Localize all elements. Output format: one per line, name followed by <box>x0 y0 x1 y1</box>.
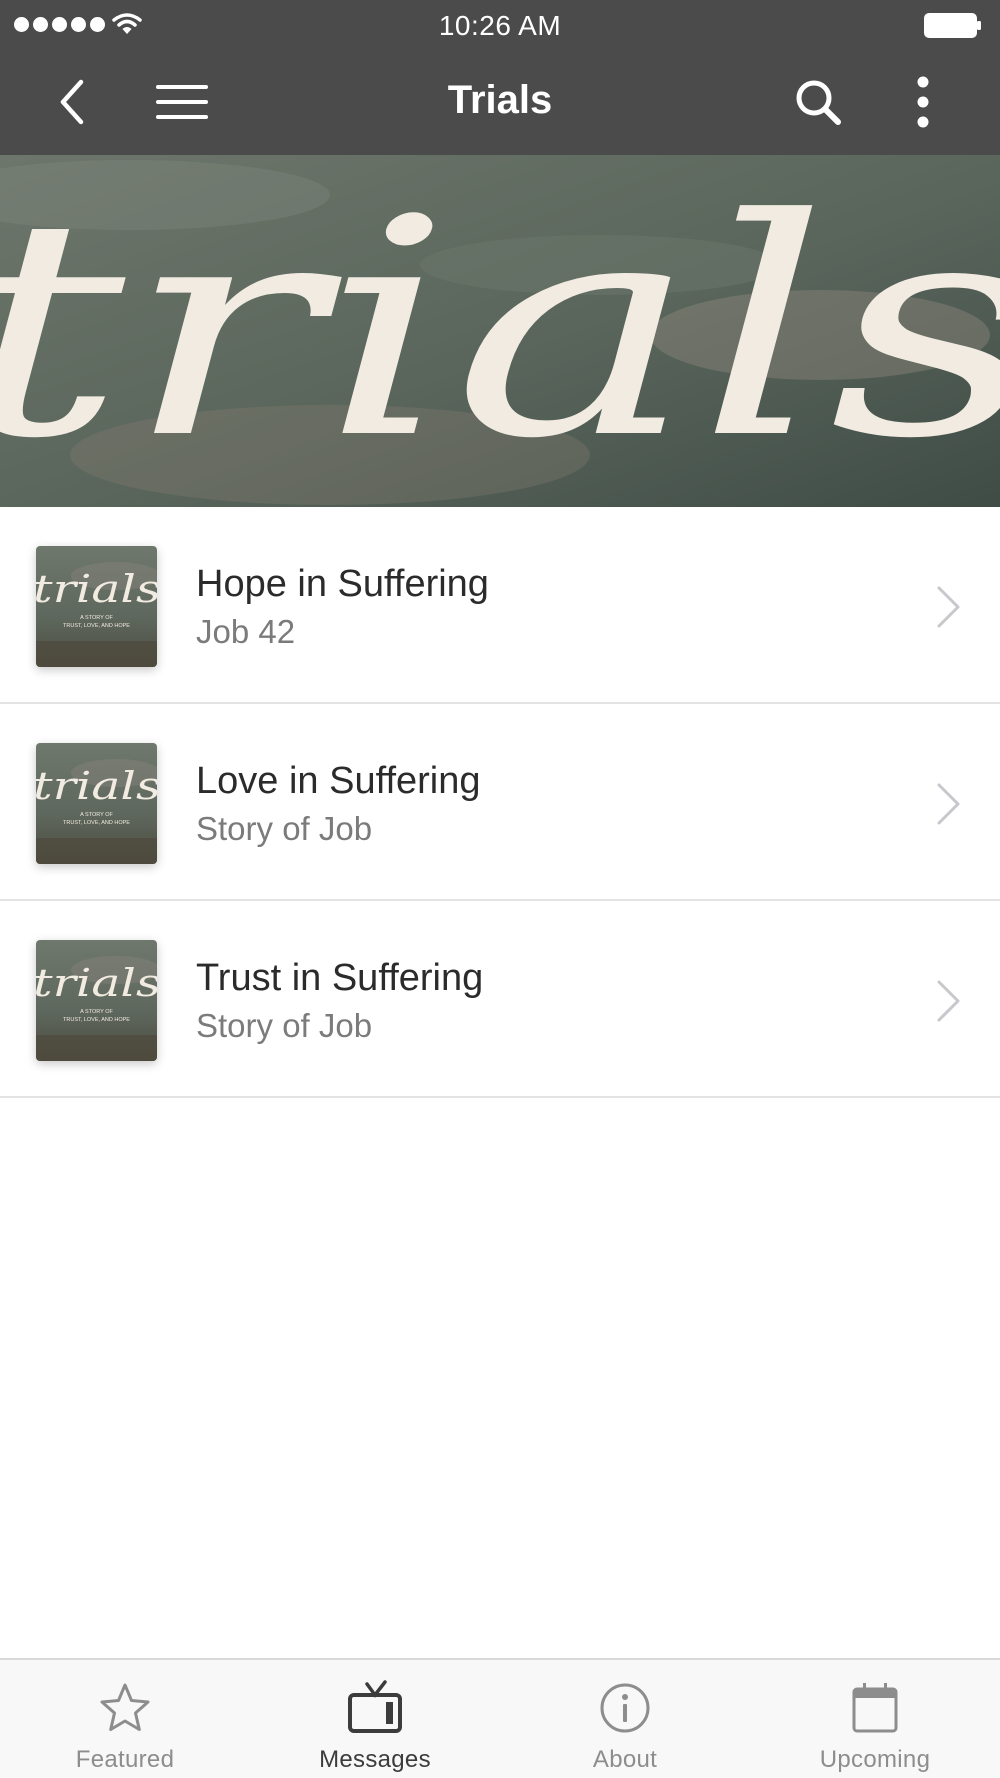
svg-text:A STORY OF: A STORY OF <box>80 812 113 818</box>
banner-title: trials <box>0 155 1000 504</box>
search-icon <box>796 80 841 125</box>
list-item[interactable]: trials A STORY OF TRUST, LOVE, AND HOPE … <box>0 704 1000 901</box>
message-subtitle: Job 42 <box>196 613 296 650</box>
message-title: Hope in Suffering <box>196 563 489 605</box>
tab-label: Messages <box>319 1746 431 1773</box>
tab-label: About <box>592 1746 658 1773</box>
series-thumbnail: trials A STORY OF TRUST, LOVE, AND HOPE <box>36 743 157 864</box>
svg-text:A STORY OF: A STORY OF <box>80 615 113 621</box>
status-time: 10:26 AM <box>438 10 562 41</box>
message-title: Trust in Suffering <box>196 957 484 999</box>
more-options-button[interactable] <box>893 72 953 132</box>
tab-featured[interactable]: Featured <box>0 1660 250 1778</box>
svg-text:trials: trials <box>36 961 157 1005</box>
tab-label: Upcoming <box>819 1746 931 1773</box>
message-subtitle: Story of Job <box>196 810 373 847</box>
tab-bar: Featured Messages About Upcoming <box>0 1658 1000 1778</box>
chevron-right-icon <box>937 980 960 1022</box>
tab-about[interactable]: About <box>500 1660 750 1778</box>
svg-text:TRUST, LOVE, AND HOPE: TRUST, LOVE, AND HOPE <box>63 1017 130 1023</box>
tab-messages[interactable]: Messages <box>250 1660 500 1778</box>
svg-text:TRUST, LOVE, AND HOPE: TRUST, LOVE, AND HOPE <box>63 820 130 826</box>
battery-icon <box>924 13 981 38</box>
list-item[interactable]: trials A STORY OF TRUST, LOVE, AND HOPE … <box>0 507 1000 704</box>
page-title: Trials <box>447 78 553 122</box>
tv-icon <box>348 1680 402 1733</box>
chevron-right-icon <box>937 783 960 825</box>
series-thumbnail: trials A STORY OF TRUST, LOVE, AND HOPE <box>36 940 157 1061</box>
svg-text:trials: trials <box>36 567 157 611</box>
chevron-right-icon <box>937 586 960 628</box>
tab-label: Featured <box>75 1746 175 1773</box>
info-icon <box>600 1683 650 1733</box>
message-list: trials A STORY OF TRUST, LOVE, AND HOPE … <box>0 507 1000 1098</box>
status-bar: 10:26 AM <box>0 0 1000 50</box>
series-banner: trials <box>0 155 1000 507</box>
message-title: Love in Suffering <box>196 760 481 802</box>
svg-text:TRUST, LOVE, AND HOPE: TRUST, LOVE, AND HOPE <box>63 623 130 629</box>
navigation-bar: Trials <box>0 50 1000 155</box>
tab-upcoming[interactable]: Upcoming <box>750 1660 1000 1778</box>
star-icon <box>100 1683 150 1731</box>
svg-text:trials: trials <box>36 764 157 808</box>
series-thumbnail: trials A STORY OF TRUST, LOVE, AND HOPE <box>36 546 157 667</box>
search-button[interactable] <box>788 72 848 132</box>
message-subtitle: Story of Job <box>196 1007 373 1044</box>
list-item[interactable]: trials A STORY OF TRUST, LOVE, AND HOPE … <box>0 901 1000 1098</box>
svg-text:A STORY OF: A STORY OF <box>80 1009 113 1015</box>
calendar-icon <box>852 1683 898 1733</box>
more-vertical-icon <box>917 76 929 128</box>
series-banner-image: trials <box>0 155 1000 507</box>
